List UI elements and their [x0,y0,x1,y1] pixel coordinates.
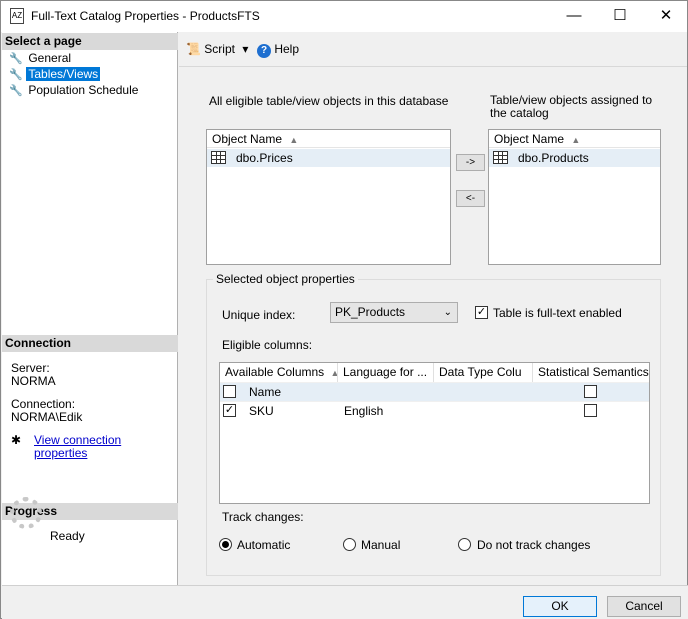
move-left-button[interactable]: <- [456,190,485,207]
page-item-tables-views[interactable]: 🔧 Tables/Views [9,67,101,82]
track-none-radio[interactable] [458,538,471,551]
sort-ascending-icon: ▲ [289,135,299,145]
server-value: NORMA [11,374,56,388]
fulltext-enabled-checkbox[interactable]: ✓ [475,306,488,319]
wrench-icon: 🔧 [9,85,23,97]
dialog-window: AZ Full-Text Catalog Properties - Produc… [0,0,688,619]
page-item-general[interactable]: 🔧 General [9,51,73,66]
language-cell[interactable]: English [344,402,383,421]
main-content: All eligible table/view objects in this … [179,68,687,585]
script-label: Script [204,42,235,56]
dialog-footer: OK Cancel [2,585,688,619]
eligible-objects-list[interactable]: Object Name ▲ dbo.Prices [206,129,451,265]
unique-index-select[interactable]: PK_Products ⌄ [330,302,458,323]
column-include-checkbox[interactable]: ✓ [223,404,236,417]
unique-index-value: PK_Products [335,305,406,319]
column-header-label: Object Name [494,132,565,146]
connection-value: NORMA\Edik [11,410,83,424]
table-row[interactable]: ✓ SKU English [220,401,649,420]
eligible-objects-label: All eligible table/view objects in this … [209,94,449,108]
statistical-semantics-checkbox[interactable] [584,404,597,417]
eligible-columns-label: Eligible columns: [222,338,313,352]
page-item-label: Population Schedule [28,83,139,97]
unique-index-label: Unique index: [222,308,296,322]
minimize-button[interactable]: — [551,1,597,32]
track-none-label[interactable]: Do not track changes [477,538,590,552]
track-automatic-label[interactable]: Automatic [237,538,290,552]
progress-status: Ready [50,529,85,543]
track-automatic-radio[interactable] [219,538,232,551]
column-name-cell: Name [249,385,282,399]
connection-header: Connection [2,335,178,352]
script-icon: 📜 [186,42,201,56]
help-icon: ? [257,44,271,58]
cancel-button[interactable]: Cancel [607,596,681,617]
list-item[interactable]: dbo.Products [489,149,660,167]
table-row[interactable]: Name [220,382,649,401]
fulltext-enabled-label: Table is full-text enabled [493,306,622,320]
table-icon [211,151,226,164]
page-item-label: General [28,51,72,65]
sort-ascending-icon: ▲ [331,368,337,378]
window-title: Full-Text Catalog Properties - ProductsF… [31,9,260,23]
move-right-button[interactable]: -> [456,154,485,171]
chevron-down-icon: ⌄ [443,307,452,318]
column-name-cell: SKU [249,404,274,418]
wrench-icon: 🔧 [9,69,23,81]
select-page-header: Select a page [2,33,178,50]
statistical-semantics-checkbox[interactable] [584,385,597,398]
connection-properties-icon: ✱ [11,433,22,447]
column-include-checkbox[interactable] [223,385,236,398]
track-changes-label: Track changes: [222,510,304,524]
list-item[interactable]: dbo.Prices [207,149,450,167]
app-icon: AZ [10,8,24,24]
object-name-column-header[interactable]: Object Name ▲ [207,130,450,148]
toolbar: 📜 Script ▾ ? Help [179,32,687,67]
column-header-data-type[interactable]: Data Type Colu [434,363,533,382]
object-name-column-header[interactable]: Object Name ▲ [489,130,660,148]
column-header-available-columns[interactable]: Available Columns ▲ [220,363,338,382]
column-header-language[interactable]: Language for ... [338,363,434,382]
script-button[interactable]: 📜 Script ▾ [186,42,248,56]
help-button[interactable]: ? Help [257,42,299,58]
list-item-label: dbo.Prices [236,151,293,165]
assigned-objects-list[interactable]: Object Name ▲ dbo.Products [488,129,661,265]
track-manual-radio[interactable] [343,538,356,551]
list-item-label: dbo.Products [518,151,589,165]
wrench-icon: 🔧 [9,53,23,65]
view-connection-properties-link[interactable]: View connection properties [34,434,177,460]
progress-spinner-icon [10,497,42,529]
close-button[interactable]: ✕ [643,1,688,32]
page-item-population-schedule[interactable]: 🔧 Population Schedule [9,83,140,98]
chevron-down-icon: ▾ [242,42,249,56]
title-bar: AZ Full-Text Catalog Properties - Produc… [1,1,687,32]
page-item-label: Tables/Views [26,67,101,81]
column-header-label: Object Name [212,132,283,146]
eligible-columns-grid[interactable]: Available Columns ▲ Language for ... Dat… [219,362,650,504]
ok-button[interactable]: OK [523,596,597,617]
help-label: Help [274,42,300,56]
table-icon [493,151,508,164]
maximize-button[interactable]: ☐ [597,1,643,32]
column-header-statistical-semantics[interactable]: Statistical Semantics [533,363,649,382]
column-header-label: Available Columns [225,365,325,379]
sort-ascending-icon: ▲ [571,135,581,145]
assigned-objects-label: Table/view objects assigned to the catal… [490,93,653,120]
selected-object-properties-group: Selected object properties Unique index:… [206,272,661,576]
track-manual-label[interactable]: Manual [361,538,400,552]
group-title: Selected object properties [213,272,358,286]
